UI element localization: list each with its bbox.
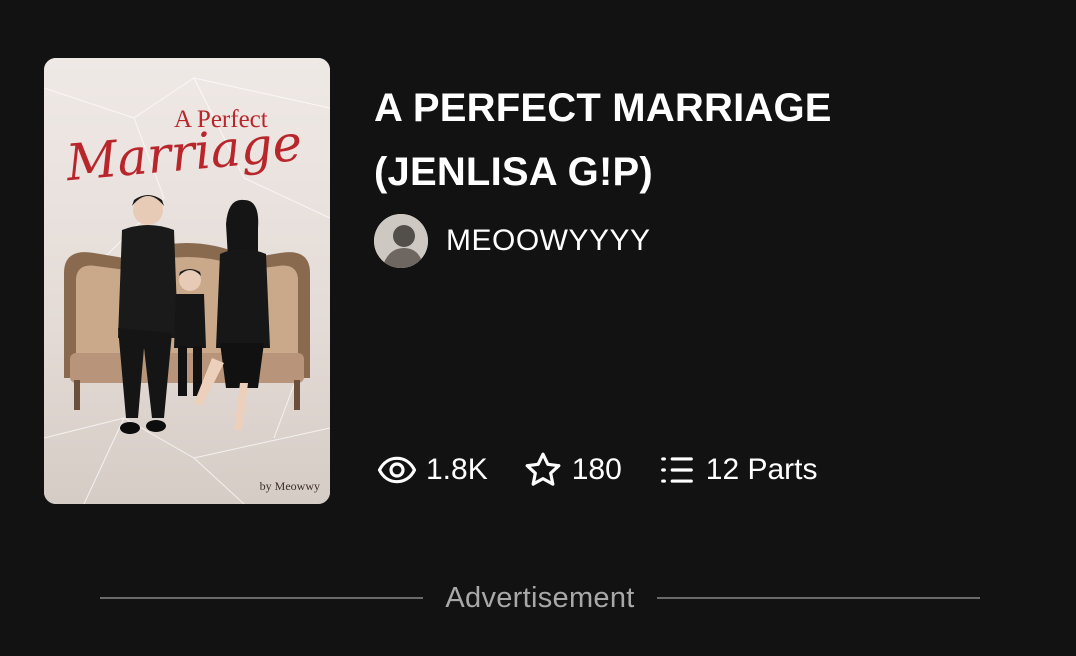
- advertisement-divider: Advertisement: [100, 578, 981, 618]
- star-icon: [522, 449, 564, 491]
- divider-line-right: [656, 597, 981, 599]
- eye-icon: [376, 449, 418, 491]
- story-info-page: A Perfect Marriage by Meowwy A PERFECT M…: [0, 0, 1076, 656]
- parts-stat[interactable]: 12 Parts: [656, 449, 818, 491]
- votes-stat: 180: [522, 449, 622, 491]
- advertisement-label: Advertisement: [445, 581, 635, 614]
- reads-count: 1.8K: [426, 453, 488, 486]
- story-title: A PERFECT MARRIAGE (JENLISA G!P): [374, 76, 1014, 204]
- list-icon: [656, 449, 698, 491]
- avatar[interactable]: [374, 214, 428, 268]
- avatar-image: [374, 214, 428, 268]
- votes-count: 180: [571, 453, 622, 486]
- reads-stat: 1.8K: [376, 449, 488, 491]
- divider-line-left: [100, 597, 424, 599]
- author-name[interactable]: MEOOWYYYY: [446, 224, 651, 258]
- story-stats: 1.8K 180 12 Parts: [376, 449, 818, 491]
- book-cover[interactable]: A Perfect Marriage by Meowwy: [44, 58, 330, 504]
- author-link[interactable]: MEOOWYYYY: [374, 214, 651, 268]
- story-title-line2: (JENLISA G!P): [374, 150, 653, 194]
- cover-byline: by Meowwy: [259, 479, 320, 493]
- parts-count[interactable]: 12 Parts: [706, 453, 818, 487]
- story-title-line1: A PERFECT MARRIAGE: [374, 86, 832, 130]
